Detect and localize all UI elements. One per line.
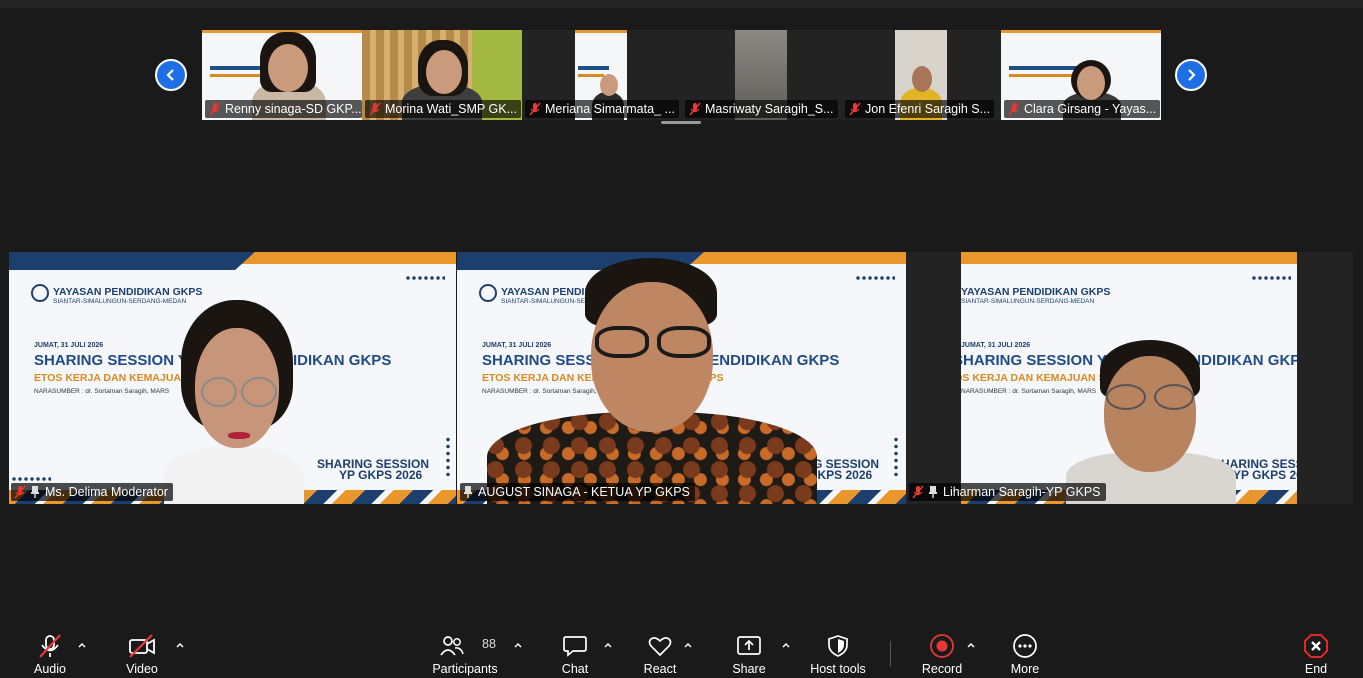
video-button[interactable]: Video xyxy=(122,624,162,678)
toolbar-divider xyxy=(890,641,891,667)
mic-muted-icon xyxy=(1008,102,1020,116)
react-button[interactable]: React xyxy=(640,624,680,678)
participant-name-label: Ms. Delima Moderator xyxy=(11,483,173,501)
mic-muted-icon xyxy=(14,485,26,499)
participant-name-label: AUGUST SINAGA - KETUA YP GKPS xyxy=(460,483,695,501)
org-logo xyxy=(31,284,49,302)
pin-icon xyxy=(31,486,39,498)
shield-icon xyxy=(826,632,850,660)
participant-thumbnail[interactable]: Morina Wati_SMP GK... xyxy=(362,30,522,120)
video-options-caret-icon[interactable] xyxy=(175,640,185,650)
thumbnail-strip: Renny sinaga-SD GKP... Morina Wati_SMP G… xyxy=(0,8,1363,128)
participant-thumbnail[interactable]: Clara Girsang - Yayas... xyxy=(1001,30,1161,120)
mic-muted-icon xyxy=(689,102,701,116)
more-button[interactable]: More xyxy=(1005,624,1045,678)
audio-button[interactable]: Audio xyxy=(30,624,70,678)
participants-count: 88 xyxy=(482,637,496,651)
pin-icon xyxy=(464,486,472,498)
end-call-icon xyxy=(1303,632,1329,660)
participant-name: Clara Girsang - Yayas... xyxy=(1004,100,1161,118)
video-tile-delima[interactable]: YAYASAN PENDIDIKAN GKPS SIANTAR-SIMALUNG… xyxy=(9,252,456,504)
host-tools-button[interactable]: Host tools xyxy=(808,624,868,678)
video-off-icon xyxy=(128,632,156,660)
chevron-right-icon xyxy=(1188,69,1196,81)
participants-options-caret-icon[interactable] xyxy=(513,640,523,650)
record-icon xyxy=(929,632,955,660)
react-options-caret-icon[interactable] xyxy=(683,640,693,650)
audio-options-caret-icon[interactable] xyxy=(77,640,87,650)
top-bar xyxy=(0,0,1363,8)
share-button[interactable]: Share xyxy=(729,624,769,678)
chat-button[interactable]: Chat xyxy=(555,624,595,678)
participant-name-label: Liharman Saragih-YP GKPS xyxy=(909,483,1106,501)
more-icon xyxy=(1012,632,1038,660)
chat-options-caret-icon[interactable] xyxy=(603,640,613,650)
record-options-caret-icon[interactable] xyxy=(966,640,976,650)
share-screen-icon xyxy=(735,632,763,660)
participants-button[interactable]: Participants xyxy=(430,624,500,678)
video-tile-liharman[interactable]: YAYASAN PENDIDIKAN GKPS SIANTAR-SIMALUNG… xyxy=(906,252,1353,504)
heart-icon xyxy=(647,632,673,660)
participant-name: Meriana Simarmata_ ... xyxy=(525,100,679,118)
participant-name: Morina Wati_SMP GK... xyxy=(365,100,521,118)
participant-thumbnail[interactable]: Renny sinaga-SD GKP... xyxy=(202,30,362,120)
chat-icon xyxy=(562,632,588,660)
video-tile-august[interactable]: YAYASAN PENDIDIKAN GKPS SIANTAR-SIMALUNG… xyxy=(457,252,906,504)
participant-thumbnail[interactable]: Masriwaty Saragih_S... xyxy=(682,30,842,120)
mic-muted-icon xyxy=(209,102,221,116)
org-logo xyxy=(479,284,497,302)
participant-thumbnail[interactable]: Meriana Simarmata_ ... xyxy=(522,30,682,120)
mic-muted-icon xyxy=(369,102,381,116)
chevron-left-icon xyxy=(166,69,174,81)
meeting-toolbar: Audio Video Participants 88 Chat React S… xyxy=(0,624,1363,678)
participant-name: Renny sinaga-SD GKP... xyxy=(205,100,362,118)
pin-icon xyxy=(929,486,937,498)
mic-muted-icon xyxy=(529,102,541,116)
participant-thumbnail[interactable]: Jon Efenri Saragih S... xyxy=(842,30,1002,120)
mic-muted-icon xyxy=(37,632,63,660)
participant-name: Masriwaty Saragih_S... xyxy=(685,100,838,118)
mic-muted-icon xyxy=(912,485,924,499)
participant-name: Jon Efenri Saragih S... xyxy=(845,100,995,118)
record-button[interactable]: Record xyxy=(922,624,962,678)
prev-page-button[interactable] xyxy=(155,59,187,91)
share-options-caret-icon[interactable] xyxy=(781,640,791,650)
next-page-button[interactable] xyxy=(1175,59,1207,91)
end-meeting-button[interactable]: End xyxy=(1296,624,1336,678)
mic-muted-icon xyxy=(849,102,861,116)
strip-scroll-indicator[interactable] xyxy=(661,121,701,124)
participants-icon xyxy=(439,632,465,660)
